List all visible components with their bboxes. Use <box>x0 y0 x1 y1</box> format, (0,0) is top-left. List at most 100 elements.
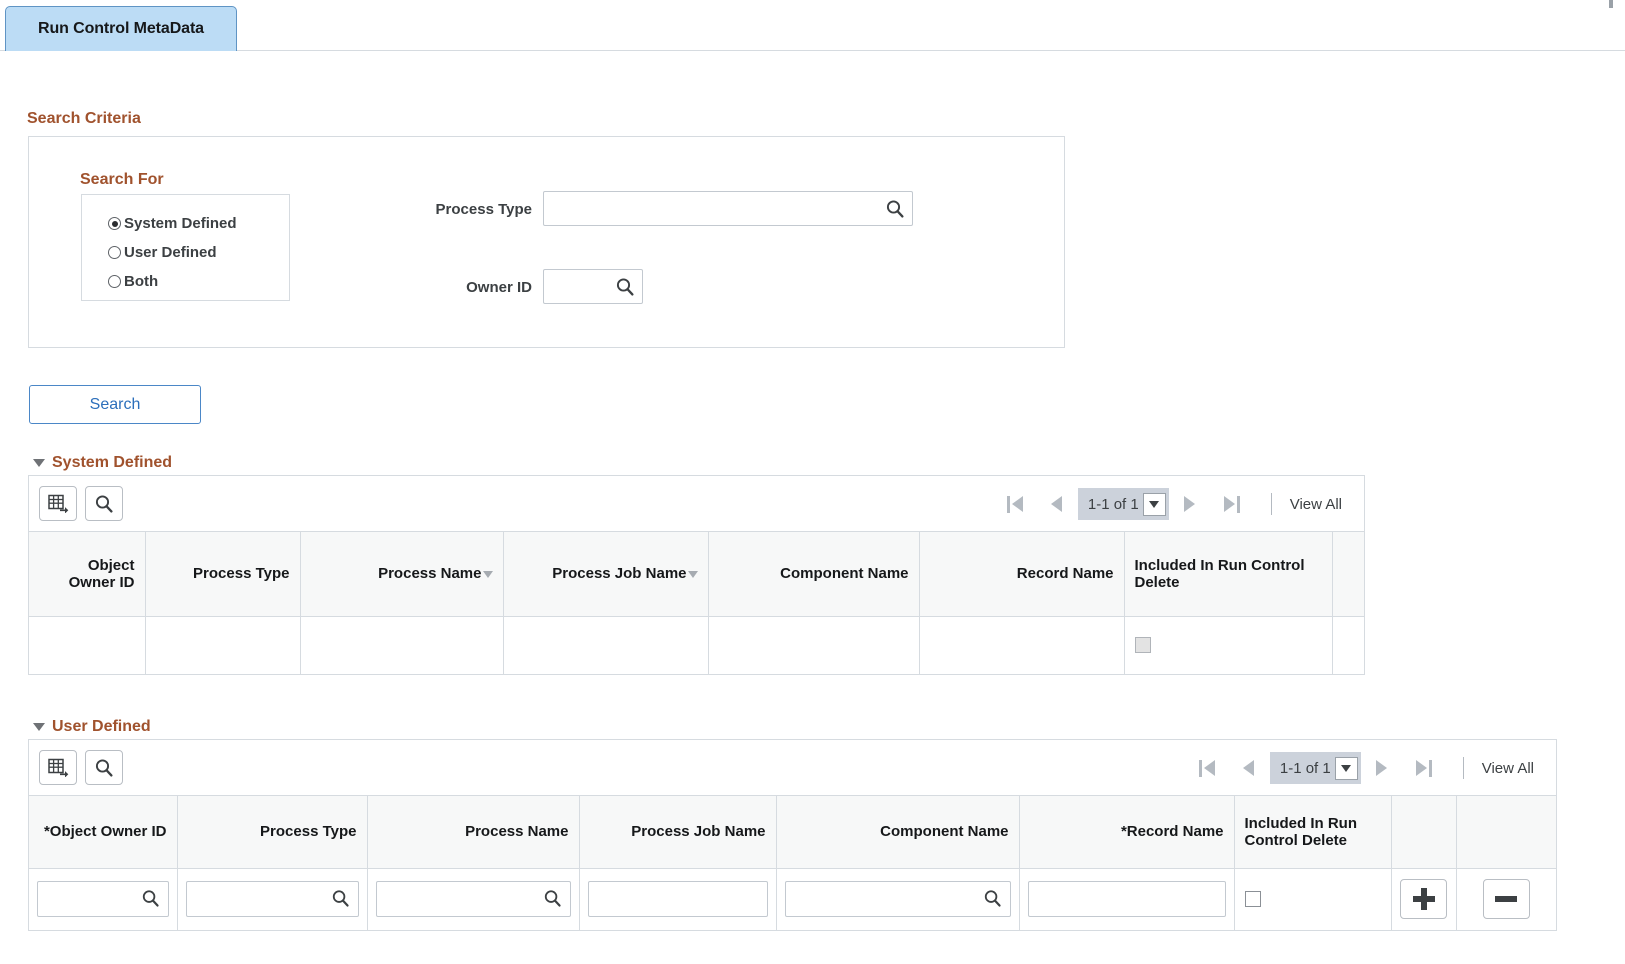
input-process-name[interactable] <box>375 881 571 918</box>
previous-page-icon[interactable] <box>1228 740 1270 796</box>
magnifier-icon[interactable] <box>141 889 161 909</box>
search-criteria-title: Search Criteria <box>27 110 141 127</box>
radio-label-user-defined: User Defined <box>124 244 217 261</box>
cell-object-owner-id <box>29 616 146 674</box>
cell-component-name <box>776 868 1020 930</box>
radio-option-user-defined[interactable]: User Defined <box>108 238 289 267</box>
cell-process-job-name <box>503 616 709 674</box>
cell-process-type <box>177 868 368 930</box>
tab-run-control-metadata[interactable]: Run Control MetaData <box>5 6 237 51</box>
system-defined-table: Object Owner ID Process Type Process Nam… <box>29 532 1364 674</box>
column-header-record-name[interactable]: Record Name <box>919 532 1125 617</box>
search-button[interactable]: Search <box>29 385 201 424</box>
radio-option-system-defined[interactable]: System Defined <box>108 209 289 238</box>
grid-find-icon[interactable] <box>85 486 123 521</box>
magnifier-icon[interactable] <box>615 277 635 297</box>
column-header-record-name[interactable]: *Record Name <box>1019 796 1235 869</box>
cell-spacer <box>1332 616 1364 674</box>
cell-process-type <box>145 616 301 674</box>
user-defined-page-count[interactable]: 1-1 of 1 <box>1269 752 1361 784</box>
radio-icon-both <box>108 275 121 288</box>
column-header-included-in-run-control-delete[interactable]: Included In Run Control Delete <box>1124 532 1333 617</box>
table-row <box>29 616 1364 674</box>
chevron-down-icon[interactable] <box>1142 492 1166 516</box>
column-header-process-type[interactable]: Process Type <box>145 532 301 617</box>
cell-included-in-run-control-delete <box>1234 868 1392 930</box>
column-header-add-spacer <box>1391 796 1457 869</box>
owner-id-label: Owner ID <box>466 279 532 296</box>
input-object-owner-id[interactable] <box>37 881 169 918</box>
system-defined-pager: 1-1 of 1 View All <box>994 476 1356 532</box>
add-row-button[interactable] <box>1400 879 1447 920</box>
section-header-user-defined[interactable]: User Defined <box>33 718 151 736</box>
tab-label: Run Control MetaData <box>37 20 204 37</box>
process-type-input[interactable] <box>543 191 913 226</box>
cell-add-row <box>1391 868 1457 930</box>
cell-record-name <box>919 616 1125 674</box>
input-process-job-name[interactable] <box>587 881 768 918</box>
last-page-icon[interactable] <box>1211 476 1253 532</box>
caret-down-icon <box>33 723 45 731</box>
table-row <box>29 868 1556 930</box>
column-header-process-job-name[interactable]: Process Job Name <box>579 796 777 869</box>
owner-id-input[interactable] <box>543 269 643 304</box>
radio-icon-system-defined <box>108 217 121 230</box>
cell-component-name <box>708 616 920 674</box>
cell-process-name <box>367 868 580 930</box>
column-header-process-job-name[interactable]: Process Job Name <box>503 532 709 617</box>
search-for-radio-group: System Defined User Defined Both <box>81 194 290 301</box>
cell-process-job-name <box>579 868 777 930</box>
table-header-row: Object Owner ID Process Type Process Nam… <box>29 532 1364 617</box>
section-header-system-defined[interactable]: System Defined <box>33 454 172 472</box>
system-defined-title: System Defined <box>52 454 173 471</box>
column-header-object-owner-id[interactable]: *Object Owner ID <box>29 796 178 869</box>
column-header-object-owner-id[interactable]: Object Owner ID <box>29 532 146 617</box>
column-header-component-name[interactable]: Component Name <box>708 532 920 617</box>
tab-bar: Run Control MetaData <box>0 0 1625 51</box>
grid-personalize-icon[interactable] <box>39 750 77 785</box>
magnifier-icon[interactable] <box>983 889 1003 909</box>
cell-included-in-run-control-delete <box>1124 616 1333 674</box>
grid-personalize-icon[interactable] <box>39 486 77 521</box>
grid-find-icon[interactable] <box>85 750 123 785</box>
pager-divider <box>1462 757 1464 779</box>
user-defined-title: User Defined <box>52 718 151 735</box>
view-all-link[interactable]: View All <box>1290 496 1356 513</box>
page-count-label: 1-1 of 1 <box>1279 759 1331 777</box>
cell-record-name <box>1019 868 1235 930</box>
minus-icon <box>1495 896 1518 903</box>
checkbox-included-in-run-control-delete[interactable] <box>1244 891 1261 908</box>
delete-row-button[interactable] <box>1482 879 1530 920</box>
previous-page-icon[interactable] <box>1036 476 1078 532</box>
column-header-component-name[interactable]: Component Name <box>776 796 1020 869</box>
view-all-link[interactable]: View All <box>1482 760 1548 777</box>
page-count-label: 1-1 of 1 <box>1087 495 1139 513</box>
column-header-process-type[interactable]: Process Type <box>177 796 368 869</box>
next-page-icon[interactable] <box>1169 476 1211 532</box>
system-defined-page-count[interactable]: 1-1 of 1 <box>1077 488 1169 520</box>
checkbox-included-disabled <box>1134 637 1151 654</box>
cell-object-owner-id <box>29 868 178 930</box>
column-header-process-name[interactable]: Process Name <box>300 532 504 617</box>
magnifier-icon[interactable] <box>331 889 351 909</box>
user-defined-table: *Object Owner ID Process Type Process Na… <box>29 796 1556 930</box>
magnifier-icon[interactable] <box>543 889 563 909</box>
input-component-name[interactable] <box>784 881 1011 918</box>
column-header-included-in-run-control-delete[interactable]: Included In Run Control Delete <box>1234 796 1392 869</box>
magnifier-icon[interactable] <box>885 199 905 219</box>
input-record-name[interactable] <box>1027 881 1226 918</box>
first-page-icon[interactable] <box>1186 740 1228 796</box>
chevron-down-icon[interactable] <box>1334 756 1358 780</box>
last-page-icon[interactable] <box>1403 740 1445 796</box>
cell-delete-row <box>1456 868 1556 930</box>
plus-icon <box>1412 888 1435 911</box>
next-page-icon[interactable] <box>1361 740 1403 796</box>
column-header-process-name[interactable]: Process Name <box>367 796 580 869</box>
user-defined-grid: 1-1 of 1 View All *Object Owner ID Proce… <box>28 739 1557 931</box>
input-process-type[interactable] <box>185 881 359 918</box>
system-defined-toolbar: 1-1 of 1 View All <box>29 476 1364 532</box>
first-page-icon[interactable] <box>994 476 1036 532</box>
scrollbar-nub[interactable] <box>1609 0 1613 8</box>
radio-label-both: Both <box>124 273 159 290</box>
radio-option-both[interactable]: Both <box>108 267 289 296</box>
